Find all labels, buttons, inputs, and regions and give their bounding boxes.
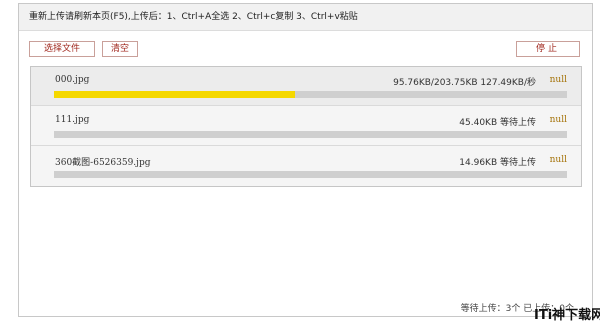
file-status: 14.96KB 等待上传 bbox=[459, 158, 536, 168]
clear-button[interactable]: 清空 bbox=[102, 41, 138, 57]
file-name: 111.jpg bbox=[55, 115, 90, 125]
file-row[interactable]: 111.jpg 45.40KB 等待上传 null bbox=[31, 107, 581, 146]
stop-button[interactable]: 停止 bbox=[516, 41, 580, 57]
file-result: null bbox=[549, 155, 567, 165]
file-status: 45.40KB 等待上传 bbox=[459, 118, 536, 128]
upload-panel: 重新上传请刷新本页(F5),上传后：1、Ctrl+A全选 2、Ctrl+c复制 … bbox=[18, 3, 593, 317]
progress-bar bbox=[54, 171, 567, 178]
file-row[interactable]: 360截图-6526359.jpg 14.96KB 等待上传 null bbox=[31, 147, 581, 186]
file-result: null bbox=[549, 115, 567, 125]
file-name: 360截图-6526359.jpg bbox=[55, 158, 151, 168]
file-status: 95.76KB/203.75KB 127.49KB/秒 bbox=[393, 78, 536, 88]
progress-bar bbox=[54, 131, 567, 138]
file-list: 000.jpg 95.76KB/203.75KB 127.49KB/秒 null… bbox=[30, 66, 582, 187]
select-files-button[interactable]: 选择文件 bbox=[29, 41, 95, 57]
instruction-bar: 重新上传请刷新本页(F5),上传后：1、Ctrl+A全选 2、Ctrl+c复制 … bbox=[19, 4, 592, 31]
progress-bar bbox=[54, 91, 567, 98]
file-result: null bbox=[549, 75, 567, 85]
file-row[interactable]: 000.jpg 95.76KB/203.75KB 127.49KB/秒 null bbox=[31, 67, 581, 106]
site-watermark: ITi神下载网 bbox=[534, 308, 600, 323]
file-name: 000.jpg bbox=[55, 75, 90, 85]
progress-fill bbox=[54, 91, 296, 98]
